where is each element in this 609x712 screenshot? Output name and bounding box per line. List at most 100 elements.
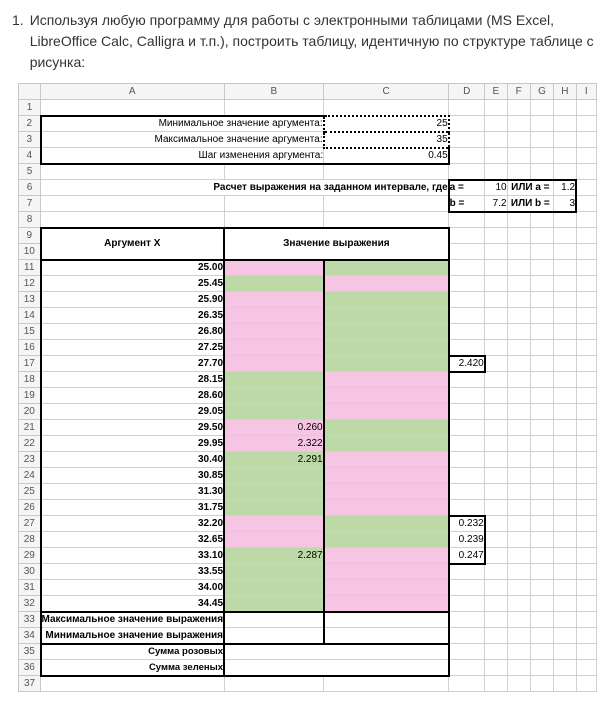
instruction: 1. Используя любую программу для работы …: [12, 10, 597, 73]
min-arg-value: 25: [324, 116, 449, 132]
b2-value: 3: [554, 196, 576, 212]
table-row: 2732.200.232: [19, 516, 597, 532]
value-d-cell: [449, 564, 485, 580]
min-arg-label: Минимальное значение аргумента:: [41, 116, 324, 132]
sum-pink-label: Сумма розовых: [41, 644, 225, 660]
calc-title-prefix: Расчет выражения на заданном интервале, …: [41, 180, 449, 196]
value-b-cell: [224, 276, 324, 292]
value-d-cell: [449, 388, 485, 404]
arg-x-cell: 25.00: [41, 260, 225, 276]
row-header: 37: [19, 676, 41, 692]
table-row: 1828.15: [19, 372, 597, 388]
table-row: 2631.75: [19, 500, 597, 516]
arg-x-cell: 33.55: [41, 564, 225, 580]
value-d-cell: 0.239: [449, 532, 485, 548]
value-d-cell: [449, 292, 485, 308]
table-row: 2129.500.260: [19, 420, 597, 436]
row-header: 2: [19, 116, 41, 132]
b-eq-label: b =: [449, 196, 485, 212]
value-b-cell: [224, 580, 324, 596]
b1-value: 7.2: [485, 196, 507, 212]
row-header: 25: [19, 484, 41, 500]
val-header: Значение выражения: [224, 228, 449, 260]
row-header: 12: [19, 276, 41, 292]
arg-x-cell: 30.85: [41, 468, 225, 484]
row-header: 31: [19, 580, 41, 596]
value-b-cell: [224, 516, 324, 532]
arg-x-cell: 31.30: [41, 484, 225, 500]
row-header: 10: [19, 244, 41, 260]
col-header: I: [576, 84, 596, 100]
row-header: 20: [19, 404, 41, 420]
value-d-cell: [449, 484, 485, 500]
value-d-cell: [449, 372, 485, 388]
row-header: 23: [19, 452, 41, 468]
arg-x-cell: 28.60: [41, 388, 225, 404]
row-header: 4: [19, 148, 41, 164]
value-b-cell: 0.260: [224, 420, 324, 436]
arg-x-cell: 32.65: [41, 532, 225, 548]
arg-x-cell: 29.05: [41, 404, 225, 420]
value-b-cell: [224, 564, 324, 580]
value-b-cell: [224, 260, 324, 276]
value-c-cell: [324, 420, 449, 436]
value-d-cell: [449, 468, 485, 484]
value-d-cell: 0.232: [449, 516, 485, 532]
table-row: 1627.25: [19, 340, 597, 356]
max-val-label: Максимальное значение выражения: [41, 612, 225, 628]
row-header: 16: [19, 340, 41, 356]
row-header: 15: [19, 324, 41, 340]
row-header: 7: [19, 196, 41, 212]
value-d-cell: [449, 452, 485, 468]
min-val-label: Минимальное значение выражения: [41, 628, 225, 644]
row-header: 35: [19, 644, 41, 660]
col-header: B: [224, 84, 324, 100]
value-d-cell: [449, 260, 485, 276]
value-c-cell: [324, 324, 449, 340]
row-header: 18: [19, 372, 41, 388]
value-d-cell: [449, 580, 485, 596]
row-header: 6: [19, 180, 41, 196]
arg-x-cell: 25.45: [41, 276, 225, 292]
col-header: C: [324, 84, 449, 100]
value-b-cell: [224, 388, 324, 404]
table-row: 2832.650.239: [19, 532, 597, 548]
value-c-cell: [324, 276, 449, 292]
col-header-row: A B C D E F G H I: [19, 84, 597, 100]
row-header: 22: [19, 436, 41, 452]
value-d-cell: [449, 420, 485, 436]
value-b-cell: [224, 308, 324, 324]
value-d-cell: 2.420: [449, 356, 485, 372]
row-header: 11: [19, 260, 41, 276]
table-row: 2229.952.322: [19, 436, 597, 452]
value-b-cell: [224, 372, 324, 388]
col-header: E: [485, 84, 507, 100]
value-d-cell: [449, 324, 485, 340]
arg-x-cell: 30.40: [41, 452, 225, 468]
value-d-cell: [449, 276, 485, 292]
arg-x-cell: 29.95: [41, 436, 225, 452]
value-b-cell: [224, 468, 324, 484]
arg-header: Аргумент Х: [41, 228, 225, 260]
col-header: H: [554, 84, 576, 100]
row-header: 30: [19, 564, 41, 580]
arg-x-cell: 26.35: [41, 308, 225, 324]
corner-cell: [19, 84, 41, 100]
row-header: 21: [19, 420, 41, 436]
table-row: 2933.102.2870.247: [19, 548, 597, 564]
a1-value: 10: [485, 180, 507, 196]
table-row: 1426.35: [19, 308, 597, 324]
value-d-cell: [449, 308, 485, 324]
step-arg-value: 0.45: [324, 148, 449, 164]
or-b-label: ИЛИ b =: [507, 196, 554, 212]
arg-x-cell: 33.10: [41, 548, 225, 564]
table-row: 1526.80: [19, 324, 597, 340]
arg-x-cell: 32.20: [41, 516, 225, 532]
table-row: 2430.85: [19, 468, 597, 484]
value-b-cell: 2.291: [224, 452, 324, 468]
col-header: A: [41, 84, 225, 100]
row-header: 1: [19, 100, 41, 116]
value-c-cell: [324, 404, 449, 420]
table-row: 3134.00: [19, 580, 597, 596]
spreadsheet: A B C D E F G H I 1 2 Минимальное значен…: [18, 83, 597, 692]
